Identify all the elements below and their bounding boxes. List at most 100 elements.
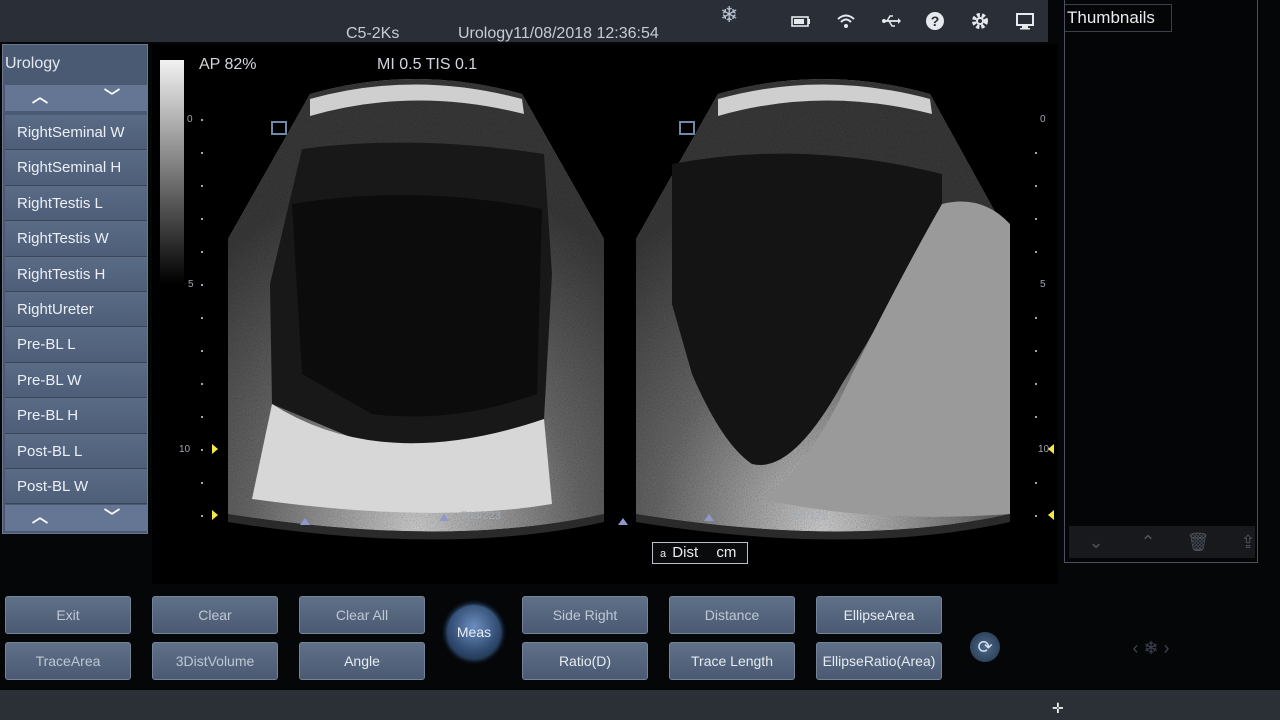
chevron-up-icon[interactable]: ⌃ (1135, 530, 1161, 554)
chevron-down-icon[interactable]: ﹀ (97, 505, 127, 531)
trace-area-button[interactable]: TraceArea (5, 642, 131, 680)
menu-item[interactable]: RightSeminal W (5, 115, 147, 151)
depth-tick (1035, 482, 1037, 484)
exit-button[interactable]: Exit (5, 596, 131, 634)
menu-list: RightSeminal W RightSeminal H RightTesti… (5, 115, 147, 505)
menu-item[interactable]: RightTestis L (5, 185, 147, 222)
scale-marker (300, 518, 310, 525)
left-scale-readout: 703/223 (461, 510, 501, 522)
distance-readout: a Dist cm (652, 542, 748, 564)
svg-text:?: ? (931, 13, 940, 29)
freeze-icon[interactable]: ❄ (720, 2, 738, 28)
depth-label: 5 (1040, 279, 1046, 290)
ultrasound-images (228, 79, 1010, 540)
top-status-bar: C5-2Ks Urology11/08/2018 12:36:54 ❄ ? (0, 0, 1048, 42)
depth-tick (201, 119, 203, 121)
focus-marker[interactable] (212, 444, 218, 454)
clear-button[interactable]: Clear (152, 596, 278, 634)
usb-icon (880, 10, 902, 32)
chevron-down-icon[interactable]: ﹀ (97, 85, 127, 111)
distance-unit: cm (716, 544, 737, 561)
depth-label: 0 (1040, 114, 1046, 125)
cursor-icon: ✛ (1052, 700, 1064, 716)
depth-tick (201, 284, 203, 286)
menu-item[interactable]: RightSeminal H (5, 150, 147, 186)
ultrasound-viewport[interactable] (152, 44, 1058, 584)
ratio-d-button[interactable]: Ratio(D) (522, 642, 648, 680)
menu-item[interactable]: Post-BL W (5, 468, 147, 505)
distance-label: Dist (672, 544, 699, 561)
trash-icon[interactable]: 🗑 (1185, 530, 1211, 554)
depth-tick (1035, 152, 1037, 154)
left-ultrasound-image (228, 79, 604, 540)
depth-tick (201, 515, 203, 517)
meas-knob[interactable]: Meas (447, 605, 501, 659)
depth-tick (1035, 416, 1037, 418)
depth-tick (201, 218, 203, 220)
preset-datetime: Urology11/08/2018 12:36:54 (458, 25, 659, 42)
probe-label: C5-2Ks (346, 25, 400, 42)
battery-icon (790, 10, 812, 32)
menu-item[interactable]: Pre-BL H (5, 398, 147, 434)
ellipse-ratio-area-button[interactable]: EllipseRatio(Area) (816, 642, 942, 680)
scale-marker (439, 514, 449, 521)
right-scale-readout: 125/125 (788, 510, 828, 522)
depth-tick (201, 350, 203, 352)
focus-marker[interactable] (212, 510, 218, 520)
3dist-volume-button[interactable]: 3DistVolume (152, 642, 278, 680)
snowflake-nav-icon[interactable]: ‹ ❄ › (1128, 634, 1174, 662)
scale-marker (704, 514, 714, 521)
menu-item[interactable]: Post-BL L (5, 433, 147, 469)
depth-tick (1035, 350, 1037, 352)
depth-tick (201, 317, 203, 319)
depth-tick (1035, 383, 1037, 385)
right-ultrasound-image (636, 79, 1010, 540)
depth-tick (201, 185, 203, 187)
depth-tick (1035, 185, 1037, 187)
depth-tick (201, 449, 203, 451)
mi-tis: MI 0.5 TIS 0.1 (377, 56, 478, 73)
settings-icon[interactable] (969, 10, 991, 32)
side-right-button[interactable]: Side Right (522, 596, 648, 634)
menu-item[interactable]: RightTestis H (5, 256, 147, 292)
depth-label: 0 (187, 114, 193, 125)
depth-tick (1035, 515, 1037, 517)
menu-item[interactable]: RightTestis W (5, 221, 147, 257)
thumbnails-title: Thumbnails (1065, 4, 1172, 32)
ellipse-area-button[interactable]: EllipseArea (816, 596, 942, 634)
acoustic-power: AP 82% (199, 56, 257, 73)
angle-button[interactable]: Angle (299, 642, 425, 680)
orientation-marker (679, 121, 695, 135)
menu-item[interactable]: Pre-BL L (5, 327, 147, 363)
depth-tick (201, 416, 203, 418)
measure-marker: a (660, 548, 667, 560)
depth-tick (1035, 317, 1037, 319)
thumbnails-toolbar: ⌄ ⌃ 🗑 ⇪ (1069, 526, 1256, 558)
menu-nav-bottom: ︿ ﹀ (5, 505, 147, 531)
help-icon[interactable]: ? (924, 10, 946, 32)
menu-item[interactable]: RightUreter (5, 291, 147, 328)
wifi-icon (835, 10, 857, 32)
depth-tick (201, 482, 203, 484)
scale-marker (618, 518, 628, 525)
orientation-marker (271, 121, 287, 135)
focus-marker[interactable] (1048, 510, 1054, 520)
distance-button[interactable]: Distance (669, 596, 795, 634)
chevron-up-icon[interactable]: ︿ (25, 505, 55, 531)
depth-label: 5 (188, 279, 194, 290)
clear-all-button[interactable]: Clear All (299, 596, 425, 634)
chevron-down-icon[interactable]: ⌄ (1083, 530, 1109, 554)
menu-nav-top: ︿ ﹀ (5, 85, 147, 111)
trace-length-button[interactable]: Trace Length (669, 642, 795, 680)
chevron-up-icon[interactable]: ︿ (25, 85, 55, 111)
depth-label: 10 (179, 444, 191, 455)
depth-tick (201, 152, 203, 154)
export-icon[interactable]: ⇪ (1235, 530, 1261, 554)
focus-marker[interactable] (1048, 444, 1054, 454)
monitor-icon[interactable] (1014, 10, 1036, 32)
refresh-icon[interactable]: ⟳ (970, 632, 1000, 662)
depth-tick (201, 383, 203, 385)
grayscale-bar (160, 60, 184, 284)
depth-tick (201, 251, 203, 253)
menu-item[interactable]: Pre-BL W (5, 362, 147, 399)
